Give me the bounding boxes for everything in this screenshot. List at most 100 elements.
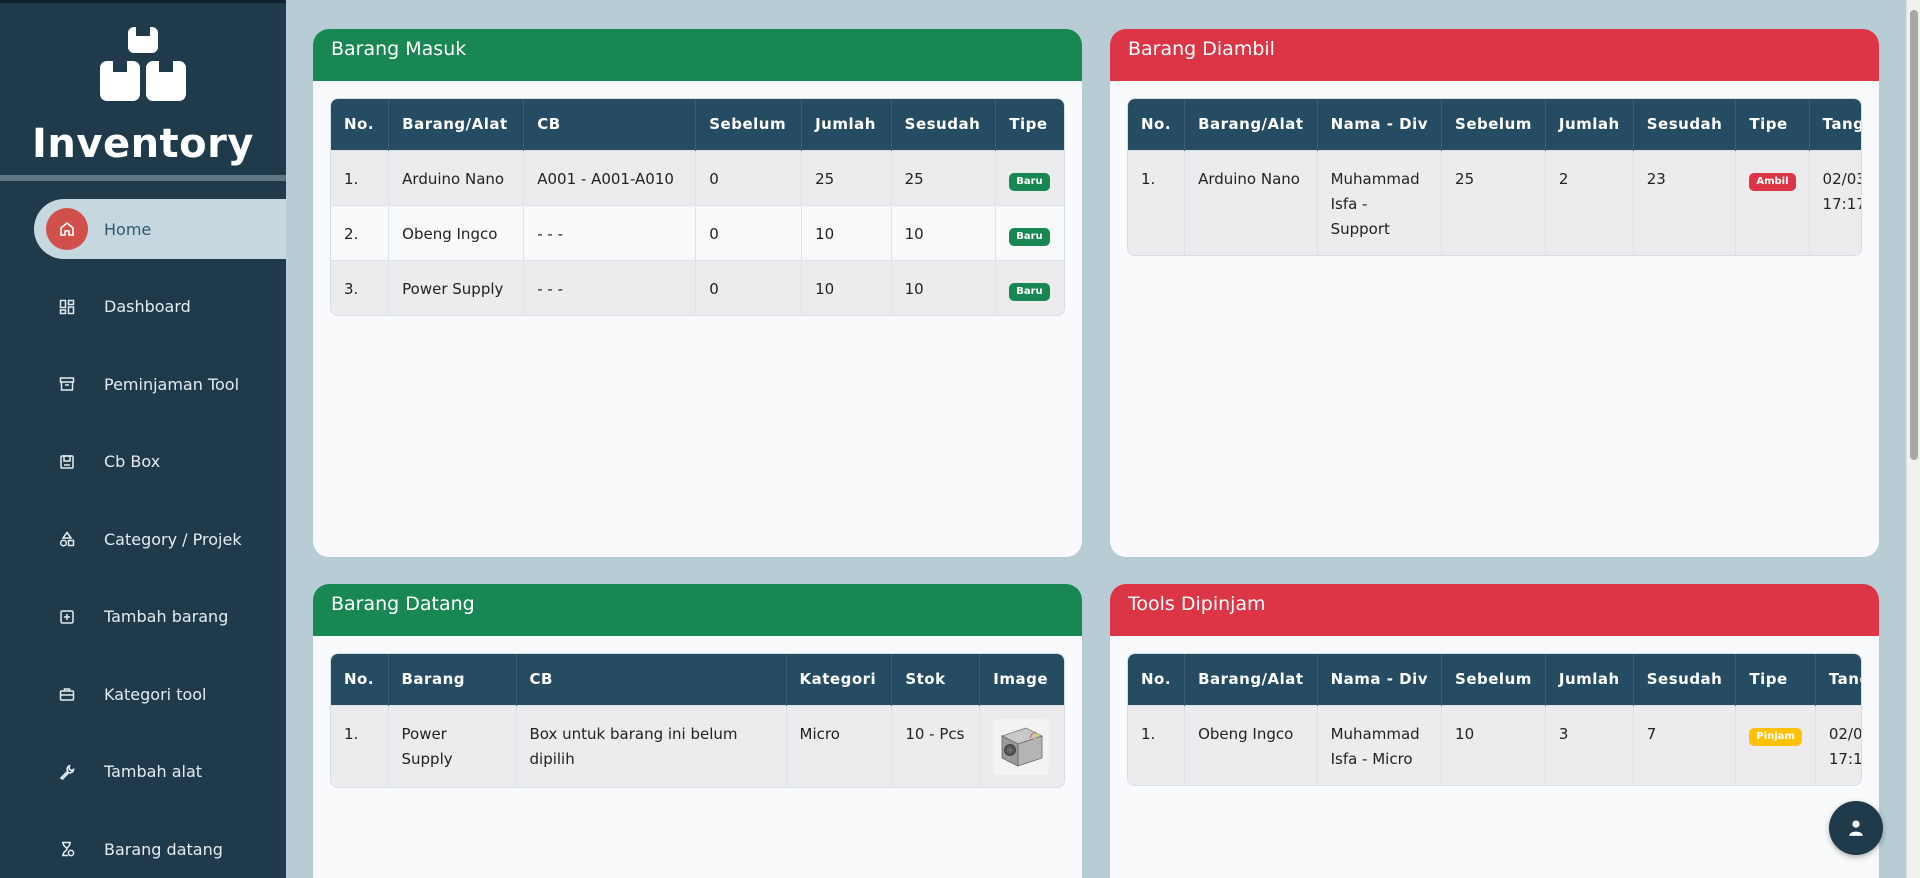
sidebar: Inventory Home Dashboard Peminjaman Tool <box>0 0 286 878</box>
table-row: 1. Arduino Nano Muhammad Isfa - Support … <box>1128 149 1862 255</box>
col-header: No. <box>331 654 389 705</box>
sidebar-item-tambah-alat[interactable]: Tambah alat <box>0 742 286 802</box>
col-header: No. <box>331 99 390 150</box>
col-header: Nama - Div <box>1317 654 1443 705</box>
profile-button[interactable] <box>1829 801 1883 855</box>
cell-tipe: Ambil <box>1735 149 1810 255</box>
sidebar-item-dashboard[interactable]: Dashboard <box>0 277 286 337</box>
tanggal-time: 17:17 <box>1828 749 1862 768</box>
cell-nama-div: Muhammad Isfa - Support <box>1317 149 1443 255</box>
col-header: Barang <box>388 654 517 705</box>
cell-stok: 10 - Pcs <box>891 704 981 787</box>
cell-no: 1. <box>1128 704 1186 785</box>
col-header: Tanggal <box>1815 654 1861 705</box>
col-header: Tipe <box>995 99 1064 150</box>
cell-barang: Arduino Nano <box>1184 149 1318 255</box>
nama-line: Muhammad <box>1330 724 1420 743</box>
col-header: Tipe <box>1735 654 1816 705</box>
col-header: Sebelum <box>1441 99 1546 150</box>
shapes-icon <box>57 529 77 549</box>
cell-cb: Box untuk barang ini belum dipilih <box>516 704 787 787</box>
sidebar-item-label: Barang datang <box>104 839 223 859</box>
table-row: 1. Power Supply Box untuk barang ini bel… <box>331 704 1064 787</box>
sidebar-item-category-projek[interactable]: Category / Projek <box>0 509 286 569</box>
col-header: Jumlah <box>1545 654 1634 705</box>
sidebar-item-home[interactable]: Home <box>34 199 286 259</box>
cell-sesudah: 10 <box>891 204 997 260</box>
power-supply-image-icon <box>1001 727 1044 767</box>
tools-dipinjam-card: Tools Dipinjam No. Barang/Alat Nama - Di… <box>1110 584 1879 878</box>
cell-barang: Power Supply <box>388 259 525 315</box>
cell-no: 1. <box>1128 149 1186 255</box>
col-header: Jumlah <box>1545 99 1634 150</box>
cell-tipe: Baru <box>995 204 1064 260</box>
cell-jumlah: 3 <box>1545 704 1634 785</box>
tanggal-date: 02/03/25, <box>1828 724 1862 743</box>
sidebar-item-cb-box[interactable]: Cb Box <box>0 432 286 492</box>
tanggal-date: 02/03/25, <box>1822 169 1861 188</box>
sidebar-nav: Home Dashboard Peminjaman Tool Cb Box Ca… <box>0 199 286 878</box>
wrench-icon <box>57 762 77 782</box>
cell-no: 1. <box>331 149 390 205</box>
tools-dipinjam-table-wrap: No. Barang/Alat Nama - Div Sebelum Jumla… <box>1127 653 1862 786</box>
table-row: 2. Obeng Ingco - - - 0 10 10 Baru <box>331 204 1064 260</box>
cell-no: 2. <box>331 204 390 260</box>
cell-tipe: Baru <box>995 259 1064 315</box>
home-icon <box>46 208 88 250</box>
col-header: No. <box>1128 99 1186 150</box>
cell-barang: Obeng Ingco <box>388 204 525 260</box>
sidebar-item-kategori-tool[interactable]: Kategori tool <box>0 664 286 724</box>
sidebar-item-label: Category / Projek <box>104 529 242 549</box>
col-header: Barang/Alat <box>1184 99 1318 150</box>
dashboard-icon <box>57 297 77 317</box>
barang-diambil-table: No. Barang/Alat Nama - Div Sebelum Jumla… <box>1128 99 1862 255</box>
col-header: CB <box>523 99 697 150</box>
tipe-badge: Baru <box>1009 282 1050 301</box>
power-supply-thumbnail[interactable] <box>993 718 1050 775</box>
sidebar-item-barang-datang[interactable]: Barang datang <box>0 819 286 878</box>
col-header: Nama - Div <box>1317 99 1443 150</box>
table-header-row: No. Barang/Alat Nama - Div Sebelum Jumla… <box>1128 99 1861 150</box>
scrollbar-thumb[interactable] <box>1910 10 1918 460</box>
barang-diambil-card: Barang Diambil No. Barang/Alat Nama - Di… <box>1110 29 1879 557</box>
cell-no: 3. <box>331 259 390 315</box>
cell-sebelum: 10 <box>1441 704 1546 785</box>
barang-diambil-table-wrap: No. Barang/Alat Nama - Div Sebelum Jumla… <box>1127 98 1862 256</box>
cell-sebelum: 0 <box>695 204 803 260</box>
tanggal-time: 17:17 <box>1822 194 1862 213</box>
cell-barang: Obeng Ingco <box>1184 704 1318 785</box>
tipe-badge: Pinjam <box>1749 727 1802 746</box>
cell-no: 1. <box>331 704 389 787</box>
table-row: 1. Obeng Ingco Muhammad Isfa - Micro 10 … <box>1128 704 1862 785</box>
col-header: Stok <box>891 654 981 705</box>
barang-masuk-table-wrap: No. Barang/Alat CB Sebelum Jumlah Sesuda… <box>330 98 1065 316</box>
barang-masuk-table: No. Barang/Alat CB Sebelum Jumlah Sesuda… <box>331 99 1064 315</box>
page-scrollbar[interactable] <box>1906 0 1920 878</box>
cell-jumlah: 25 <box>801 149 892 205</box>
nama-line: Support <box>1330 219 1390 238</box>
cell-jumlah: 10 <box>801 204 892 260</box>
cell-tanggal: 02/03/25, 17:17 <box>1809 149 1862 255</box>
sidebar-item-peminjaman-tool[interactable]: Peminjaman Tool <box>0 354 286 414</box>
col-header: Sesudah <box>891 99 997 150</box>
table-header-row: No. Barang/Alat Nama - Div Sebelum Jumla… <box>1128 654 1861 705</box>
cell-sesudah: 10 <box>891 259 997 315</box>
col-header: Tanggal <box>1809 99 1861 150</box>
barang-datang-table: No. Barang CB Kategori Stok Image 1. Pow… <box>331 654 1064 787</box>
cell-image <box>979 704 1064 787</box>
col-header: Barang/Alat <box>388 99 525 150</box>
cell-jumlah: 2 <box>1545 149 1634 255</box>
table-header-row: No. Barang/Alat CB Sebelum Jumlah Sesuda… <box>331 99 1064 150</box>
barang-datang-table-wrap: No. Barang CB Kategori Stok Image 1. Pow… <box>330 653 1065 788</box>
archive-icon <box>57 374 77 394</box>
card-title: Barang Masuk <box>313 29 1082 81</box>
col-header: No. <box>1128 654 1186 705</box>
sidebar-item-tambah-barang[interactable]: Tambah barang <box>0 587 286 647</box>
sidebar-item-label: Tambah alat <box>104 762 203 781</box>
col-header: CB <box>516 654 787 705</box>
brand: Inventory <box>0 3 286 173</box>
tipe-badge: Ambil <box>1749 172 1796 191</box>
card-title: Tools Dipinjam <box>1110 584 1879 636</box>
nama-line: Muhammad <box>1330 169 1420 188</box>
sidebar-divider <box>0 175 286 181</box>
